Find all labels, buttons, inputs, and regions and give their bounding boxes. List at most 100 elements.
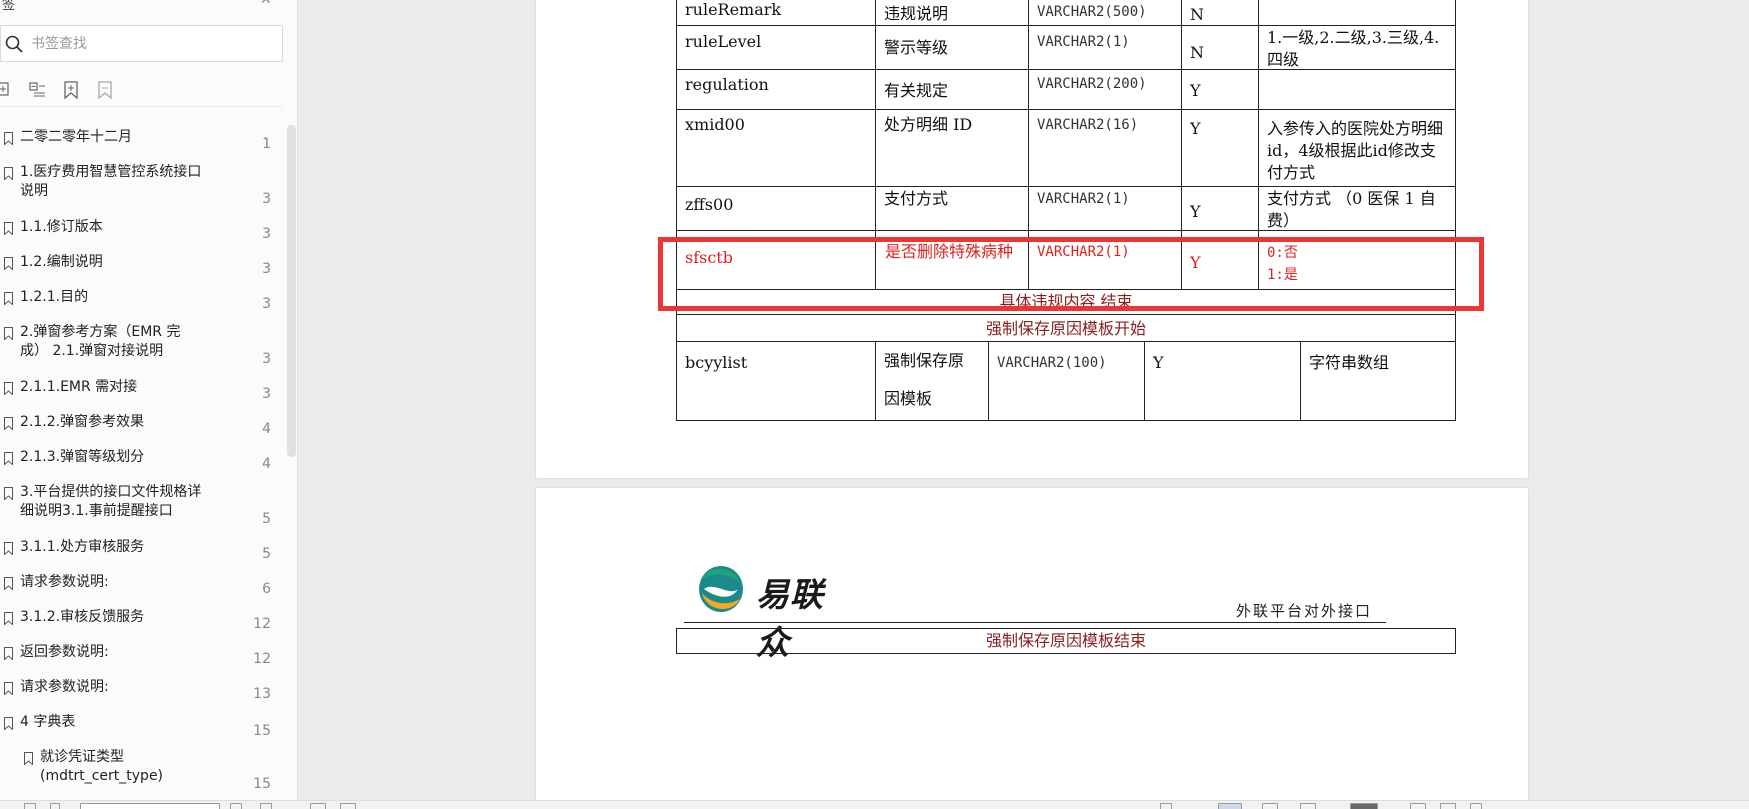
bookmark-page: 12 <box>253 651 271 667</box>
first-page-icon[interactable] <box>24 803 36 809</box>
document-page: 易联众 外联平台对外接口 强制保存原因模板结束 <box>536 488 1528 800</box>
single-page-icon[interactable] <box>310 803 326 809</box>
divider <box>0 106 282 107</box>
bookmark-label: 1.1.修订版本 <box>20 219 103 235</box>
bookmark-page: 4 <box>262 421 271 437</box>
table-cell: Y <box>1181 109 1259 187</box>
table-cell: N <box>1181 0 1259 26</box>
table-cell: 强制保存原 因模板 <box>875 341 989 421</box>
panel-title: 签 <box>2 0 16 13</box>
table-cell: VARCHAR2(500) <box>1028 0 1182 26</box>
bookmark-label: 2.弹窗参考方案（EMR 完成） 2.1.弹窗对接说明 <box>20 324 181 359</box>
bookmark-page: 3 <box>262 261 271 277</box>
continuous-icon[interactable] <box>1262 803 1278 809</box>
table-cell: 违规说明 <box>875 0 1029 26</box>
search-icon <box>5 35 23 53</box>
collapse-all-icon[interactable] <box>28 80 46 100</box>
facing-icon[interactable] <box>1300 803 1316 809</box>
table-cell: bcyylist <box>676 341 876 421</box>
bookmark-page: 5 <box>262 511 271 527</box>
bookmark-icon <box>4 292 13 305</box>
remove-bookmark-icon[interactable] <box>96 80 114 100</box>
bookmark-label: 3.1.2.审核反馈服务 <box>20 609 145 625</box>
bookmark-icon <box>4 167 13 180</box>
close-icon[interactable]: ✕ <box>260 0 272 8</box>
bookmark-icon <box>4 717 13 730</box>
bookmark-icon <box>4 132 13 145</box>
highlight-box <box>658 237 1484 311</box>
table-cell: 入参传入的医院处方明细id，4级根据此id修改支付方式 <box>1258 109 1456 187</box>
fullscreen-icon[interactable] <box>1410 803 1426 809</box>
bookmark-label: 二零二零年十二月 <box>20 129 132 145</box>
table-cell: Y <box>1144 341 1301 421</box>
bookmark-page: 4 <box>262 456 271 472</box>
name-line: 因模板 <box>884 389 933 408</box>
table-cell: 支付方式 <box>875 186 1029 231</box>
table-cell <box>1258 0 1456 26</box>
table-cell: VARCHAR2(1) <box>1028 186 1182 231</box>
next-page-icon[interactable] <box>230 803 242 809</box>
bookmark-label: 请求参数说明: <box>20 679 109 695</box>
section-row: 强制保存原因模板开始 <box>676 314 1456 342</box>
bookmark-icon <box>4 577 13 590</box>
table-cell: N <box>1181 25 1259 70</box>
bookmark-page: 13 <box>253 686 271 702</box>
table-cell: Y <box>1181 186 1259 231</box>
document-page: ruleRemark 违规说明 VARCHAR2(500) N ruleLeve… <box>536 0 1528 478</box>
page-number-input[interactable] <box>80 803 220 809</box>
bookmark-label: 1.2.编制说明 <box>20 254 103 270</box>
document-view[interactable]: ruleRemark 违规说明 VARCHAR2(500) N ruleLeve… <box>298 0 1749 800</box>
bookmark-search-input[interactable] <box>31 32 271 56</box>
view-mode-icon[interactable] <box>1218 803 1242 809</box>
bookmark-label: 请求参数说明: <box>20 574 109 590</box>
last-page-icon[interactable] <box>260 803 272 809</box>
bookmark-label: 就诊凭证类型(mdtrt_cert_type) <box>40 749 164 784</box>
bookmark-page: 15 <box>253 776 271 792</box>
bookmark-page: 15 <box>253 723 271 739</box>
bookmark-page: 6 <box>262 581 271 597</box>
name-line: 强制保存原 <box>884 351 965 370</box>
table-cell: 有关规定 <box>875 69 1029 110</box>
bookmark-label: 2.1.2.弹窗参考效果 <box>20 414 145 430</box>
table-cell: VARCHAR2(1) <box>1028 25 1182 70</box>
bookmark-search[interactable] <box>0 25 283 62</box>
bookmark-page: 5 <box>262 546 271 562</box>
table-cell: ruleLevel <box>676 25 876 70</box>
table-cell: regulation <box>676 69 876 110</box>
two-page-icon[interactable] <box>340 803 356 809</box>
bookmark-label: 2.1.1.EMR 需对接 <box>20 379 138 395</box>
bookmark-page: 3 <box>262 296 271 312</box>
table-cell: 字符串数组 <box>1300 341 1456 421</box>
bookmark-label: 返回参数说明: <box>20 644 109 660</box>
expand-all-icon[interactable] <box>0 80 14 100</box>
bottom-toolbar <box>0 800 1749 809</box>
table-cell: VARCHAR2(100) <box>988 341 1145 421</box>
theme-icon[interactable] <box>1350 803 1378 809</box>
bookmark-icon <box>4 222 13 235</box>
bookmark-icon <box>4 327 13 340</box>
table-cell: zffs00 <box>676 186 876 231</box>
table-cell: xmid00 <box>676 109 876 187</box>
logo-icon <box>699 566 743 612</box>
fit-width-icon[interactable] <box>1440 803 1456 809</box>
prev-page-icon[interactable] <box>50 803 60 809</box>
bookmark-page: 3 <box>262 226 271 242</box>
bookmark-icon <box>4 487 13 500</box>
rotate-icon[interactable] <box>1470 803 1482 809</box>
add-bookmark-icon[interactable] <box>62 80 80 100</box>
table-cell: Y <box>1181 69 1259 110</box>
bookmark-icon <box>4 612 13 625</box>
bookmark-label: 3.平台提供的接口文件规格详细说明3.1.事前提醒接口 <box>20 484 202 519</box>
section-row: 强制保存原因模板结束 <box>676 628 1456 654</box>
bookmark-label: 4 字典表 <box>20 714 76 730</box>
table-cell: 支付方式 （0 医保 1 自费） <box>1258 186 1456 231</box>
fit-icon[interactable] <box>1160 803 1172 809</box>
bookmark-label: 1.医疗费用智慧管控系统接口说明 <box>20 164 202 199</box>
bookmark-page: 3 <box>262 351 271 367</box>
scrollbar[interactable] <box>287 125 296 457</box>
bookmark-toolbar <box>0 80 297 102</box>
table-cell <box>1258 69 1456 110</box>
bookmark-icon <box>4 417 13 430</box>
bookmark-icon <box>4 382 13 395</box>
bookmark-icon <box>4 682 13 695</box>
